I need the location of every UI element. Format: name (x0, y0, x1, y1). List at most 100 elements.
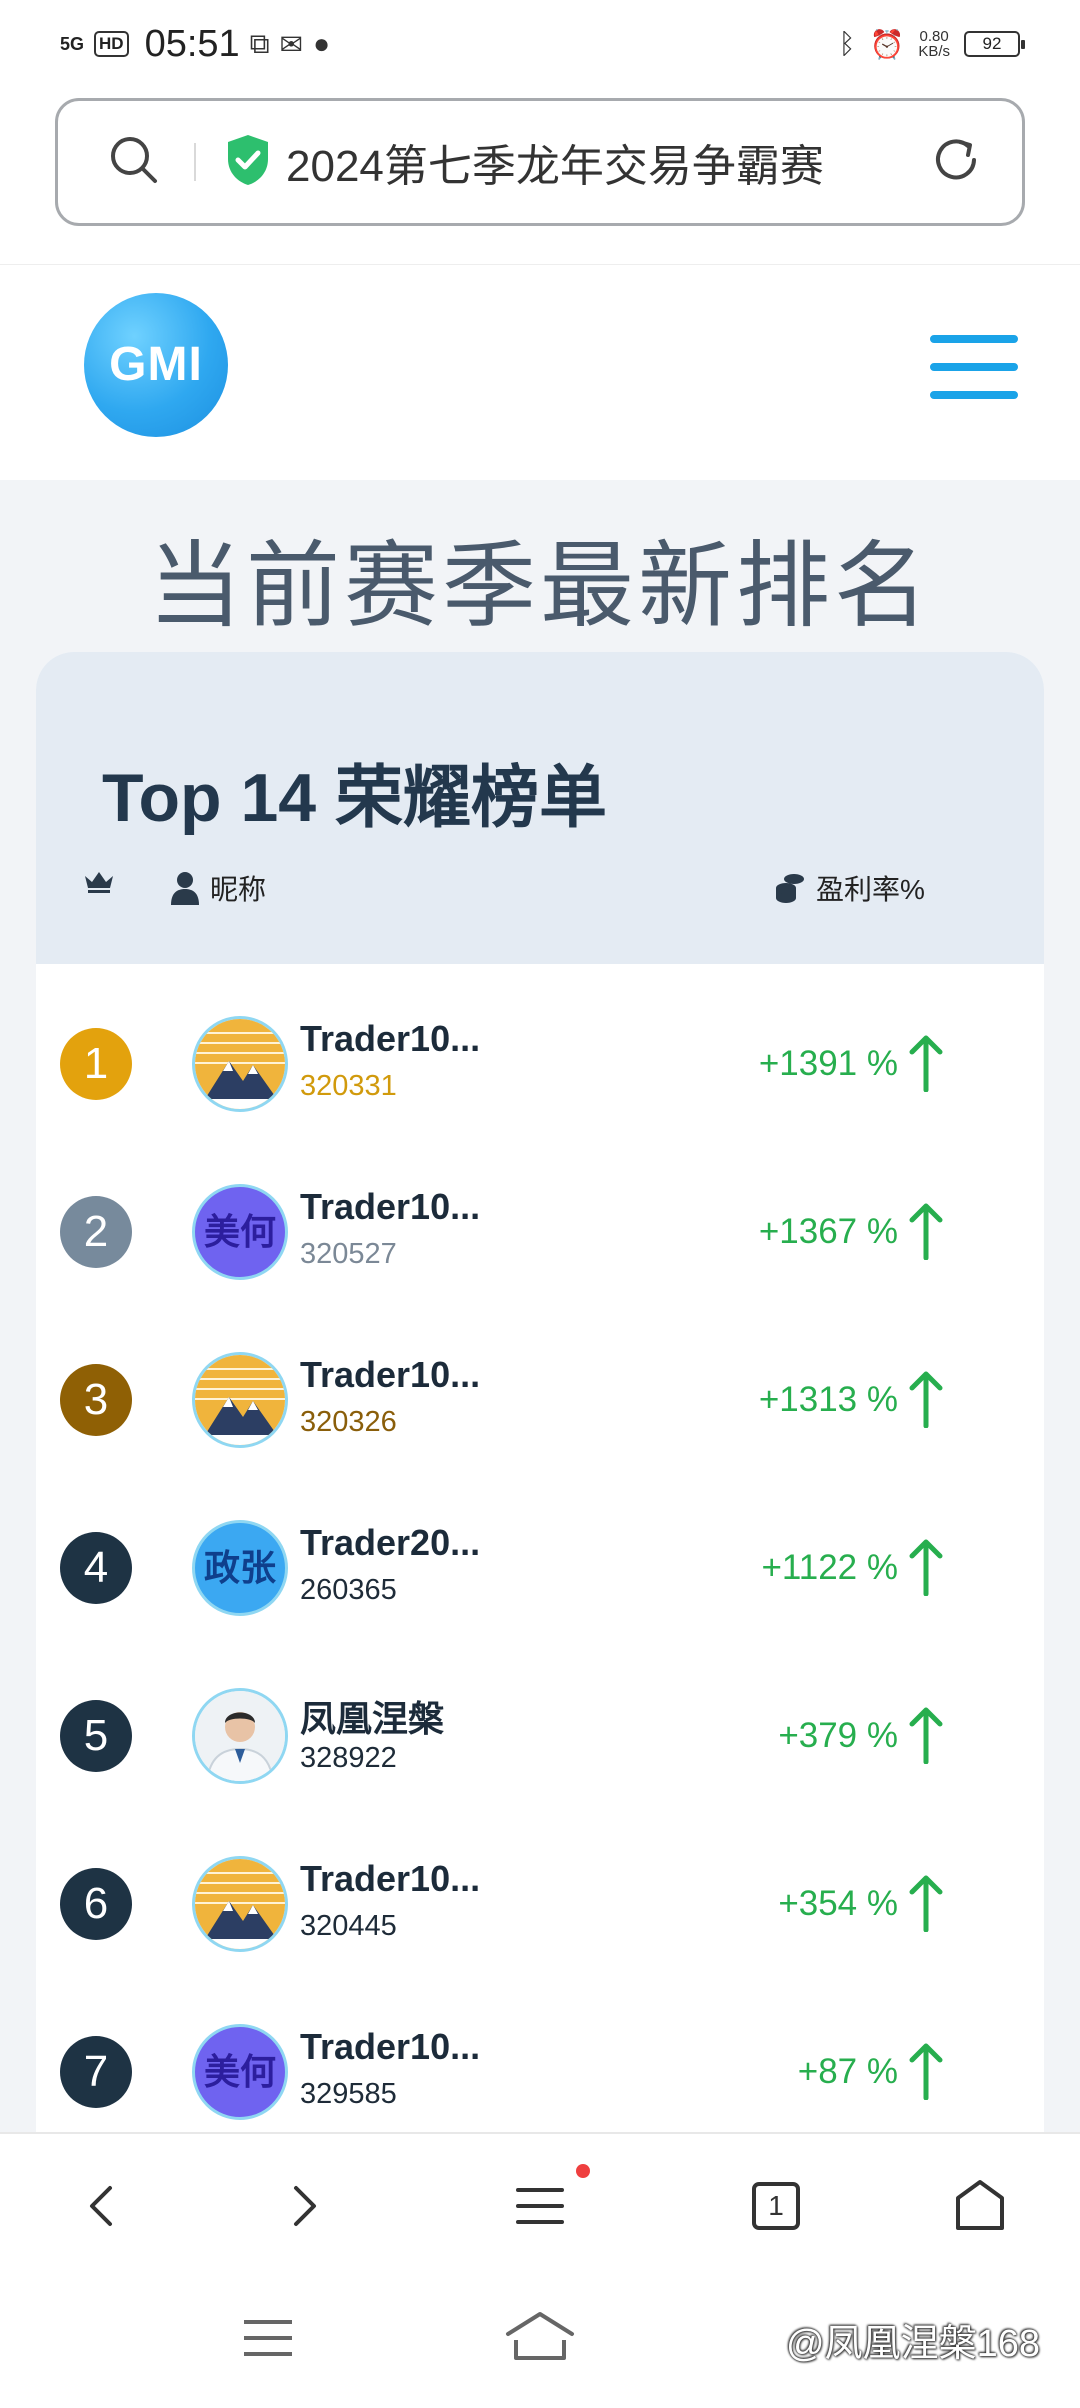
leaderboard-row[interactable]: 1 Trader10... 320331 +1391 % (36, 964, 1044, 1132)
avatar[interactable]: 美何 (192, 2024, 288, 2120)
menu-line-icon (930, 363, 1018, 371)
menu-icon[interactable] (504, 2170, 576, 2242)
mail-icon: ✉ (279, 28, 304, 60)
avatar[interactable] (192, 1856, 288, 1952)
trader-name[interactable]: Trader10... (300, 1186, 480, 1228)
coins-icon (776, 874, 804, 903)
trader-id: 328922 (300, 1742, 397, 1774)
page-title: 当前赛季最新排名 (147, 533, 932, 638)
arrow-up-icon (909, 2043, 943, 2100)
profit-rate: +1391 % (758, 1044, 898, 1083)
hamburger-menu-button[interactable] (930, 335, 1018, 411)
battery-indicator: 92 (964, 31, 1025, 57)
mountain-avatar-icon (195, 1019, 285, 1109)
status-bar: 5G HD 05:51 ⧉ ✉ ● ᛒ ⏰ 0.80 KB/s 92 (0, 0, 1080, 88)
profit-rate: +1367 % (758, 1212, 898, 1251)
reload-icon[interactable] (930, 134, 982, 191)
rank-badge: 1 (60, 1028, 132, 1100)
clock: 05:51 (144, 22, 240, 65)
rank-badge: 2 (60, 1196, 132, 1268)
rank-badge: 7 (60, 2036, 132, 2108)
mountain-avatar-icon (195, 1355, 285, 1445)
forward-icon[interactable] (268, 2170, 340, 2242)
search-icon[interactable] (108, 134, 160, 191)
browser-bottom-nav: 1 (0, 2132, 1080, 2276)
alarm-icon: ⏰ (869, 28, 905, 60)
profit-rate: +1122 % (761, 1548, 898, 1587)
trader-name[interactable]: Trader10... (300, 1018, 480, 1060)
rank-column-header (82, 868, 116, 894)
arrow-up-icon (909, 1539, 943, 1596)
bluetooth-icon: ᛒ (838, 28, 856, 59)
leaderboard-title: Top 14 荣耀榜单 (102, 760, 607, 836)
avatar[interactable] (192, 1016, 288, 1112)
menu-line-icon (930, 391, 1018, 399)
screenshot-icon: ⧉ (249, 27, 270, 59)
mountain-avatar-icon (195, 1859, 285, 1949)
profit-rate: +87 % (797, 2052, 898, 2091)
leaderboard-row[interactable]: 6 Trader10... 320445 +354 % (36, 1804, 1044, 1972)
rank-badge: 3 (60, 1364, 132, 1436)
profit-column-header: 盈利率% (774, 868, 925, 908)
trader-id: 320326 (300, 1406, 397, 1438)
recent-apps-icon[interactable] (240, 2314, 296, 2362)
hd-badge: HD (94, 31, 129, 57)
nickname-column-header: 昵称 (170, 868, 266, 908)
gmi-logo[interactable]: GMI (84, 293, 228, 437)
status-left: 5G HD 05:51 ⧉ ✉ ● (60, 23, 330, 66)
crown-icon (85, 872, 113, 893)
trader-name[interactable]: Trader10... (300, 1354, 480, 1396)
trader-name[interactable]: Trader10... (300, 1858, 480, 1900)
leaderboard-header: Top 14 荣耀榜单 昵称 盈利率% (36, 652, 1044, 964)
address-text[interactable]: 2024第七季龙年交易争霸赛 (286, 130, 824, 194)
trader-id: 260365 (300, 1574, 397, 1606)
arrow-up-icon (909, 1371, 943, 1428)
arrow-up-icon (909, 1707, 943, 1764)
nickname-label: 昵称 (210, 874, 267, 905)
avatar[interactable] (192, 1688, 288, 1784)
leaderboard-row[interactable]: 5 凤凰涅槃 328922 +379 % (36, 1636, 1044, 1804)
leaderboard-row[interactable]: 7 美何 Trader10... 329585 +87 % (36, 1972, 1044, 2140)
system-nav-bar: @凤凰涅槃168 (0, 2276, 1080, 2408)
network-speed-value: 0.80 (919, 28, 949, 45)
avatar-initials: 美何 (203, 2051, 276, 2092)
tabs-count: 1 (768, 2190, 784, 2221)
trader-id: 320331 (300, 1070, 397, 1102)
avatar[interactable]: 美何 (192, 1184, 288, 1280)
arrow-up-icon (909, 1035, 943, 1092)
rank-badge: 4 (60, 1532, 132, 1604)
avatar[interactable] (192, 1352, 288, 1448)
rank-badge: 5 (60, 1700, 132, 1772)
back-icon[interactable] (66, 2170, 138, 2242)
address-bar[interactable]: 2024第七季龙年交易争霸赛 (55, 98, 1025, 226)
notification-dot (576, 2164, 590, 2178)
trader-id: 320445 (300, 1910, 397, 1942)
browser-toolbar: 2024第七季龙年交易争霸赛 (0, 88, 1080, 264)
phone-screen: 5G HD 05:51 ⧉ ✉ ● ᛒ ⏰ 0.80 KB/s 92 2024第… (0, 0, 1080, 2408)
system-home-icon[interactable] (502, 2308, 578, 2364)
home-icon[interactable] (944, 2170, 1016, 2242)
profit-rate: +354 % (778, 1884, 898, 1923)
secure-shield-icon (224, 133, 272, 192)
rank-badge: 6 (60, 1868, 132, 1940)
user-icon (171, 872, 199, 905)
trader-name[interactable]: 凤凰涅槃 (300, 1690, 444, 1742)
status-right: ᛒ ⏰ 0.80 KB/s 92 (838, 28, 1025, 61)
trader-id: 329585 (300, 2078, 397, 2110)
trader-name[interactable]: Trader10... (300, 2026, 480, 2068)
menu-line-icon (930, 335, 1018, 343)
site-header: GMI (0, 264, 1080, 480)
profit-rate: +1313 % (758, 1380, 898, 1419)
avatar[interactable]: 政张 (192, 1520, 288, 1616)
leaderboard-row[interactable]: 4 政张 Trader20... 260365 +1122 % (36, 1468, 1044, 1636)
arrow-up-icon (909, 1203, 943, 1260)
profit-rate: +379 % (778, 1716, 898, 1755)
trader-name[interactable]: Trader20... (300, 1522, 480, 1564)
tabs-button[interactable]: 1 (740, 2170, 812, 2242)
leaderboard-row[interactable]: 3 Trader10... 320326 +1313 % (36, 1300, 1044, 1468)
avatar-initials: 美何 (203, 1211, 276, 1252)
avatar-initials: 政张 (203, 1547, 276, 1588)
network-speed: 0.80 KB/s (918, 29, 950, 59)
trader-id: 320527 (300, 1238, 397, 1270)
leaderboard-row[interactable]: 2 美何 Trader10... 320527 +1367 % (36, 1132, 1044, 1300)
